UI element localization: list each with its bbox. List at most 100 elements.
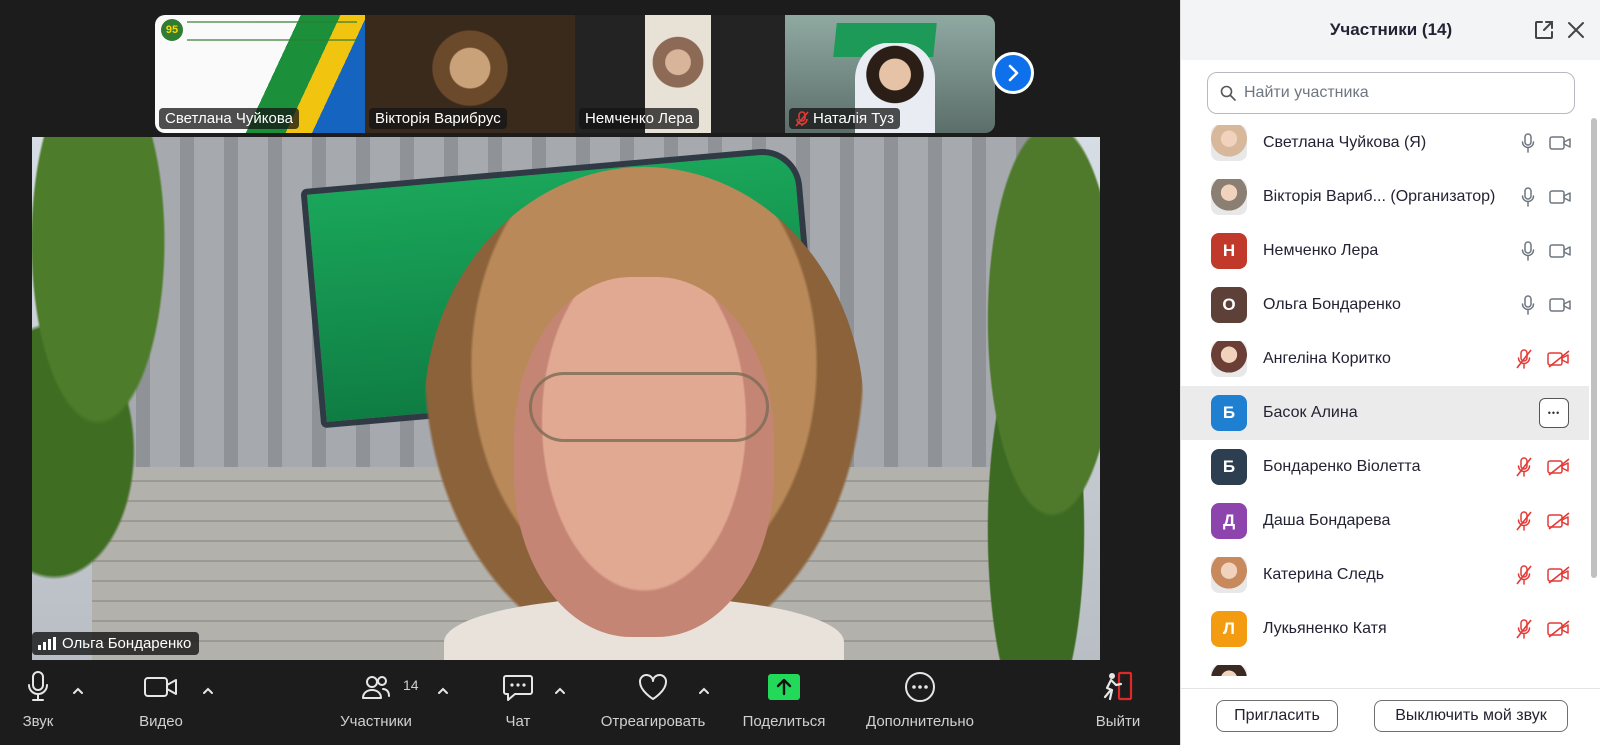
video-button[interactable]: Видео <box>133 668 189 740</box>
react-options-caret-icon[interactable] <box>697 684 711 698</box>
mic-muted-icon <box>1516 619 1532 639</box>
chat-button[interactable]: Чат <box>498 668 538 740</box>
audio-label: Звук <box>22 713 54 730</box>
share-screen-button[interactable]: Поделиться <box>738 668 830 740</box>
participant-search[interactable] <box>1207 72 1575 114</box>
video-options-caret-icon[interactable] <box>201 684 215 698</box>
speaker-figure <box>424 167 864 660</box>
participant-name: Вікторія Варибрус <box>375 110 501 127</box>
participants-options-caret-icon[interactable] <box>436 684 450 698</box>
microphone-icon <box>1521 295 1535 315</box>
avatar: О <box>1211 287 1247 323</box>
active-speaker-tag: Ольга Бондаренко <box>32 632 200 655</box>
participant-status-icons <box>1515 457 1571 477</box>
participant-name: Ангеліна Коритко <box>1263 350 1391 367</box>
participant-row[interactable]: Б Бондаренко Віолетта <box>1181 440 1589 494</box>
participant-row[interactable]: Ангеліна Коритко <box>1181 332 1589 386</box>
participants-panel: Участники (14) Светлана Чуйкова (Я) Вікто… <box>1180 0 1600 745</box>
share-label: Поделиться <box>742 713 826 730</box>
video-camera-icon <box>1549 244 1571 258</box>
video-camera-icon <box>1549 298 1571 312</box>
avatar <box>1211 665 1247 676</box>
participant-thumbnail[interactable]: Немченко Лера <box>575 15 785 133</box>
participant-status-icons <box>1515 511 1571 531</box>
mic-muted-icon <box>1516 565 1532 585</box>
participants-icon <box>362 676 390 699</box>
participant-status-icons <box>1515 565 1571 585</box>
avatar: Л <box>1211 611 1247 647</box>
video-off-icon <box>1547 512 1570 530</box>
participant-row[interactable]: Вікторія Вариб... (Организатор) <box>1181 170 1589 224</box>
popout-icon[interactable] <box>1533 19 1555 41</box>
heart-icon <box>639 674 667 700</box>
search-icon <box>1220 85 1236 101</box>
panel-header: Участники (14) <box>1181 0 1600 60</box>
avatar: Д <box>1211 503 1247 539</box>
participant-thumbnail[interactable]: 95 Светлана Чуйкова <box>155 15 365 133</box>
participant-name: Вікторія Вариб... (Организатор) <box>1263 188 1496 205</box>
leave-button[interactable]: Выйти <box>1090 668 1146 740</box>
participant-thumbnail[interactable]: Наталія Туз <box>785 15 995 133</box>
search-input[interactable] <box>1244 84 1564 102</box>
microphone-icon <box>1521 133 1535 153</box>
mic-muted-icon <box>795 110 809 127</box>
react-button[interactable]: Отреагировать <box>596 668 710 740</box>
participant-thumbnail[interactable]: Вікторія Варибрус <box>365 15 575 133</box>
participant-status-icons <box>1521 187 1571 207</box>
participant-status-icons <box>1521 133 1571 153</box>
microphone-icon <box>28 671 48 701</box>
avatar: Н <box>1211 233 1247 269</box>
participant-status-icons <box>1515 349 1571 369</box>
invite-button[interactable]: Пригласить <box>1216 700 1338 732</box>
chat-label: Чат <box>505 713 531 730</box>
close-icon[interactable] <box>1565 19 1587 41</box>
participant-status-icons <box>1515 619 1571 639</box>
leave-label: Выйти <box>1095 713 1141 730</box>
participant-row[interactable]: Светлана Чуйкова (Я) <box>1181 116 1589 170</box>
participant-row[interactable]: Н Немченко Лера <box>1181 224 1589 278</box>
audio-button[interactable]: Звук <box>18 668 58 740</box>
participant-row[interactable]: Л Лукьяненко Катя <box>1181 602 1589 656</box>
video-off-icon <box>1547 458 1570 476</box>
participant-row[interactable]: Катерина Следь <box>1181 548 1589 602</box>
participant-name-tag: Наталія Туз <box>789 108 900 129</box>
participant-name-tag: Вікторія Варибрус <box>369 108 507 129</box>
participant-name: Лукьяненко Катя <box>1263 620 1387 637</box>
video-off-icon <box>1547 350 1570 368</box>
participant-status-icons <box>1521 295 1571 315</box>
participants-count: 14 <box>403 677 419 693</box>
signal-strength-icon <box>38 637 56 650</box>
participant-name: Наталія Туз <box>813 110 894 127</box>
video-off-icon <box>1547 566 1570 584</box>
participant-row[interactable]: Б Басок Алина ••• <box>1181 386 1589 440</box>
chat-icon <box>503 675 533 701</box>
react-label: Отреагировать <box>600 713 706 730</box>
mic-muted-icon <box>1516 349 1532 369</box>
thumbnail-strip: 95 Светлана Чуйкова Вікторія Варибрус Не… <box>155 15 995 133</box>
share-screen-icon <box>768 674 800 700</box>
chat-options-caret-icon[interactable] <box>553 684 567 698</box>
participant-name: Бондаренко Віолетта <box>1263 458 1421 475</box>
participant-row[interactable]: Д Даша Бондарева <box>1181 494 1589 548</box>
participants-label: Участники <box>340 713 412 730</box>
more-options-button[interactable]: ••• <box>1539 398 1569 428</box>
mic-muted-icon <box>1516 457 1532 477</box>
more-button[interactable]: Дополнительно <box>856 668 984 740</box>
microphone-icon <box>1521 187 1535 207</box>
avatar <box>1211 179 1247 215</box>
active-speaker-name: Ольга Бондаренко <box>62 635 192 652</box>
list-scrollbar[interactable] <box>1591 118 1597 578</box>
avatar: Б <box>1211 395 1247 431</box>
speaker-face <box>514 277 774 637</box>
video-camera-icon <box>144 677 177 697</box>
panel-footer: Пригласить Выключить мой звук <box>1181 688 1600 745</box>
participant-row[interactable]: О Ольга Бондаренко <box>1181 278 1589 332</box>
chevron-right-icon <box>1008 64 1019 82</box>
participant-name: Басок Алина <box>1263 404 1358 421</box>
participant-row-partial[interactable] <box>1181 656 1589 676</box>
college-logo: 95 <box>161 19 183 41</box>
participant-name: Светлана Чуйкова (Я) <box>1263 134 1427 151</box>
next-page-button[interactable] <box>992 52 1034 94</box>
audio-options-caret-icon[interactable] <box>71 684 85 698</box>
mute-me-button[interactable]: Выключить мой звук <box>1374 700 1568 732</box>
